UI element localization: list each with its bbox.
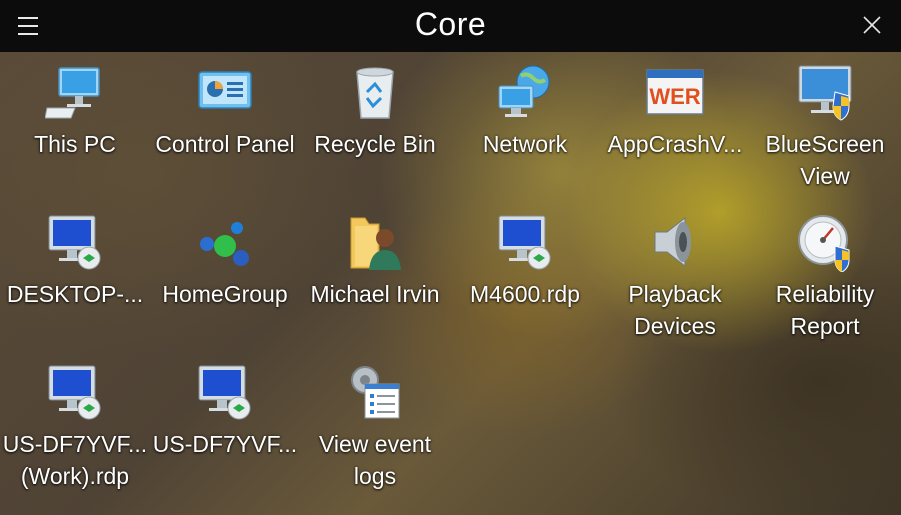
control-panel-icon <box>195 62 255 122</box>
item-label: Playback <box>628 281 722 307</box>
item-label: Reliability <box>775 281 875 307</box>
item-label-line2: View <box>800 163 850 189</box>
computer-icon <box>45 62 105 122</box>
item-label: DESKTOP-... <box>6 281 144 307</box>
gauge-shield-icon <box>795 212 855 272</box>
item-label: US-DF7YVF... <box>152 431 298 457</box>
item-label: View event <box>318 431 432 457</box>
item-label: Recycle Bin <box>314 131 436 157</box>
network-icon <box>495 62 555 122</box>
recycle-bin-icon <box>345 62 405 122</box>
desktop-item-homegroup[interactable]: HomeGroup <box>150 202 300 352</box>
item-label: AppCrashV... <box>607 131 743 157</box>
item-label: This PC <box>34 131 116 157</box>
desktop-item-m4600-rdp[interactable]: M4600.rdp <box>450 202 600 352</box>
homegroup-icon <box>195 212 255 272</box>
item-label: M4600.rdp <box>470 281 580 307</box>
desktop-item-michael-irvin[interactable]: Michael Irvin <box>300 202 450 352</box>
desktop-item-reliability-report[interactable]: Reliability Report <box>750 202 900 352</box>
item-label-line2: Report <box>790 313 860 339</box>
desktop-item-view-event-logs[interactable]: View event logs <box>300 352 450 502</box>
remote-desktop-icon <box>495 212 555 272</box>
item-label: Network <box>482 131 568 157</box>
item-label: Michael Irvin <box>310 281 440 307</box>
remote-desktop-icon <box>195 362 255 422</box>
item-label-line2: logs <box>353 463 397 489</box>
item-label: Control Panel <box>155 131 295 157</box>
speaker-icon <box>645 212 705 272</box>
item-label: HomeGroup <box>162 281 288 307</box>
wer-app-icon: WER <box>645 62 705 122</box>
desktop-item-us-df7yvf-rdp[interactable]: US-DF7YVF... <box>150 352 300 502</box>
desktop-item-appcrashview[interactable]: WER AppCrashV... <box>600 52 750 202</box>
svg-text:WER: WER <box>649 84 700 109</box>
desktop-item-this-pc[interactable]: This PC <box>0 52 150 202</box>
user-folder-icon <box>345 212 405 272</box>
desktop-item-bluescreenview[interactable]: BlueScreen View <box>750 52 900 202</box>
desktop-area: This PC Control Panel Recycle Bin Networ… <box>0 52 901 515</box>
monitor-shield-icon <box>795 62 855 122</box>
item-label-line2: Devices <box>634 313 716 339</box>
desktop-item-desktop-rdp[interactable]: DESKTOP-... <box>0 202 150 352</box>
desktop-item-recycle-bin[interactable]: Recycle Bin <box>300 52 450 202</box>
event-logs-icon <box>345 362 405 422</box>
desktop-item-network[interactable]: Network <box>450 52 600 202</box>
item-label: BlueScreen <box>765 131 885 157</box>
title-bar: Core <box>0 0 901 52</box>
desktop-item-playback-devices[interactable]: Playback Devices <box>600 202 750 352</box>
close-icon[interactable] <box>861 14 883 36</box>
core-window: Core This PC Control Panel Recycle Bin N… <box>0 0 901 515</box>
remote-desktop-icon <box>45 362 105 422</box>
item-label: US-DF7YVF... <box>2 431 148 457</box>
item-label-line2: (Work).rdp <box>20 463 130 489</box>
desktop-item-us-df7yvf-work-rdp[interactable]: US-DF7YVF... (Work).rdp <box>0 352 150 502</box>
remote-desktop-icon <box>45 212 105 272</box>
desktop-item-control-panel[interactable]: Control Panel <box>150 52 300 202</box>
window-title: Core <box>414 6 487 42</box>
